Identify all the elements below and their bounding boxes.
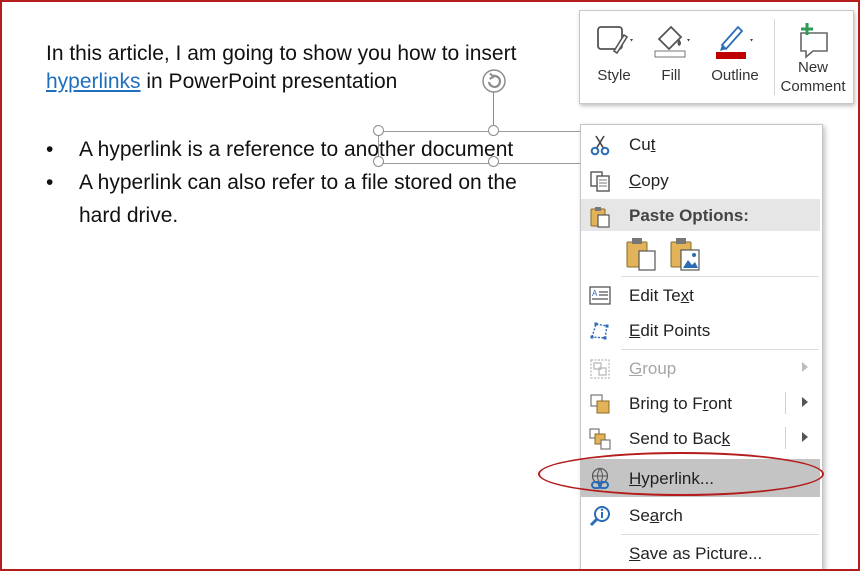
- rotation-stem: [493, 92, 494, 126]
- paste-options-header: Paste Options:: [581, 199, 820, 231]
- bullet-dot: •: [46, 171, 54, 194]
- group-icon: [588, 357, 612, 381]
- shape-style-icon: [592, 21, 636, 61]
- fill-button[interactable]: Fill: [646, 11, 696, 103]
- paste-as-picture-icon[interactable]: [669, 237, 701, 271]
- resize-handle-bottom[interactable]: [488, 156, 499, 167]
- new-comment-icon: [791, 21, 835, 61]
- menu-item-group[interactable]: Group: [581, 351, 820, 385]
- submenu-arrow-icon[interactable]: [802, 397, 808, 407]
- menu-item-edit-text[interactable]: A Edit Text: [581, 278, 820, 312]
- outline-button[interactable]: Outline: [702, 11, 768, 103]
- menu-item-cut[interactable]: Cut: [581, 127, 820, 161]
- resize-handle-top[interactable]: [488, 125, 499, 136]
- new-comment-label: New: [797, 59, 828, 76]
- menu-item-search[interactable]: Search: [581, 498, 820, 532]
- menu-item-bring-to-front[interactable]: Bring to Front: [581, 386, 820, 420]
- resize-handle-bottom-left[interactable]: [373, 156, 384, 167]
- menu-separator: [621, 276, 819, 277]
- outline-label: Outline: [711, 67, 759, 84]
- paste-options-row: [581, 233, 820, 277]
- menu-item-edit-points[interactable]: Edit Points: [581, 313, 820, 347]
- hyperlink-icon: [588, 467, 612, 491]
- menu-item-copy[interactable]: Copy: [581, 163, 820, 197]
- submenu-arrow-icon: [802, 362, 808, 372]
- fill-bucket-icon: [649, 21, 693, 61]
- context-menu: Cut Copy Paste Options: A Edit Text Edit…: [580, 124, 823, 569]
- search-icon: [588, 504, 612, 528]
- menu-item-hyperlink[interactable]: Hyperlink...: [581, 459, 820, 497]
- new-comment-button[interactable]: New Comment: [778, 11, 848, 103]
- svg-text:A: A: [592, 289, 598, 298]
- paste-icon: [588, 205, 612, 229]
- bring-to-front-icon: [588, 392, 612, 416]
- menu-item-save-as-picture[interactable]: Save as Picture...: [581, 536, 820, 569]
- bullet-text: A hyperlink can also refer to a file sto…: [79, 171, 517, 194]
- split-divider: [785, 392, 786, 414]
- menu-separator: [621, 534, 819, 535]
- resize-handle-top-left[interactable]: [373, 125, 384, 136]
- split-divider: [785, 427, 786, 449]
- style-button[interactable]: Style: [588, 11, 640, 103]
- outline-pen-icon: [712, 21, 756, 61]
- menu-item-send-to-back[interactable]: Send to Back: [581, 421, 820, 455]
- intro-text: In this article, I am going to show you …: [46, 42, 517, 65]
- rotate-handle-icon[interactable]: [481, 68, 507, 94]
- new-comment-label: Comment: [780, 78, 846, 95]
- mini-toolbar: Style Fill Outline New Comment: [579, 10, 854, 104]
- slide-frame: In this article, I am going to show you …: [0, 0, 860, 571]
- fill-label: Fill: [661, 67, 681, 84]
- toolbar-divider: [774, 19, 775, 95]
- scissors-icon: [588, 133, 612, 157]
- slide-intro: In this article, I am going to show you …: [46, 40, 516, 96]
- bullet-item: • A hyperlink can also refer to a file s…: [46, 166, 517, 199]
- send-to-back-icon: [588, 427, 612, 451]
- paste-keep-formatting-icon[interactable]: [625, 237, 657, 271]
- menu-separator: [621, 349, 819, 350]
- submenu-arrow-icon[interactable]: [802, 432, 808, 442]
- copy-icon: [588, 169, 612, 193]
- intro-suffix: in PowerPoint presentation: [140, 70, 398, 93]
- bullet-text-continued: hard drive.: [79, 204, 179, 227]
- bullet-dot: •: [46, 138, 54, 161]
- edit-text-icon: A: [588, 284, 612, 308]
- hyperlinks-link[interactable]: hyperlinks: [46, 70, 141, 93]
- edit-points-icon: [588, 319, 612, 343]
- style-label: Style: [597, 67, 631, 84]
